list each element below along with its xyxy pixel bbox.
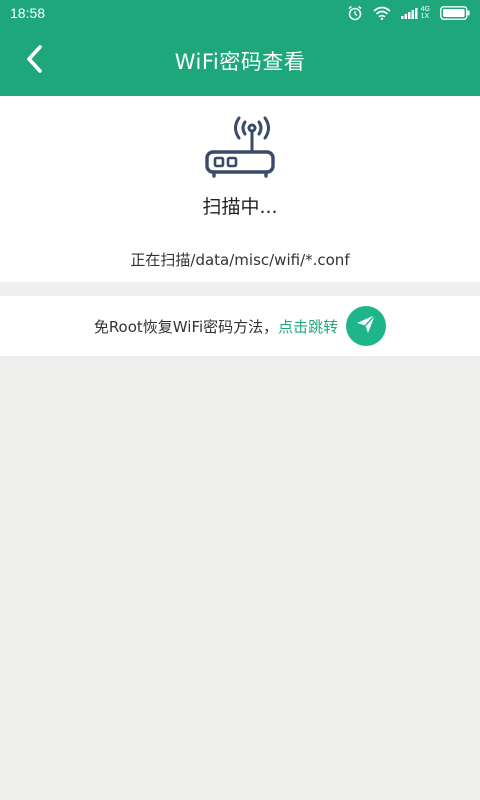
- status-time: 18:58: [10, 5, 46, 21]
- status-icons: 4G 1X: [347, 5, 470, 21]
- page-title: WiFi密码查看: [174, 50, 306, 74]
- status-bar: 18:58 4G 1X: [0, 0, 480, 26]
- jump-button[interactable]: [346, 306, 387, 346]
- root-help-text: 免Root恢复WiFi密码方法，: [93, 317, 279, 336]
- root-help-link-row[interactable]: 免Root恢复WiFi密码方法， 点击跳转: [0, 296, 480, 356]
- app-header: 18:58 4G 1X WiFi密码查看: [0, 0, 480, 96]
- jump-link[interactable]: 点击跳转: [278, 316, 338, 337]
- wifi-signal-icon: [373, 6, 391, 20]
- back-button[interactable]: [18, 44, 52, 78]
- scan-card: 扫描中... 正在扫描/data/misc/wifi/*.conf: [0, 96, 480, 282]
- battery-icon: [440, 6, 470, 20]
- network-type-label: 4G 1X: [420, 6, 430, 20]
- chevron-left-icon: [25, 44, 45, 78]
- alarm-icon: [347, 5, 363, 21]
- title-bar: WiFi密码查看: [0, 26, 480, 96]
- scan-status-text: 扫描中...: [202, 196, 278, 218]
- paper-plane-icon: [355, 313, 377, 339]
- scan-path-text: 正在扫描/data/misc/wifi/*.conf: [130, 251, 350, 269]
- router-icon: [200, 116, 280, 180]
- cell-signal-icon: 4G 1X: [400, 6, 430, 20]
